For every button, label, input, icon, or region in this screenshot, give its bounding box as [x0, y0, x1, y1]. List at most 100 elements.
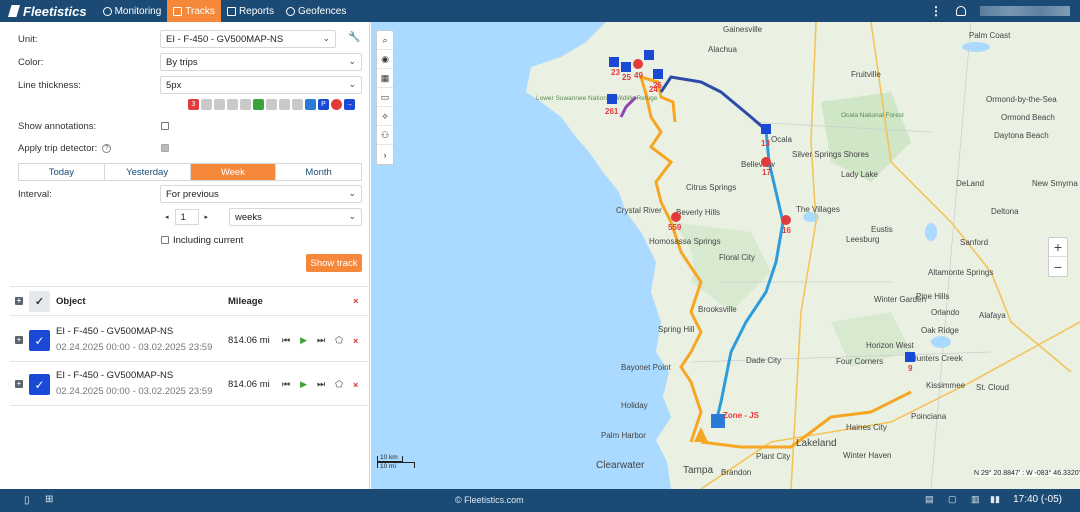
map-city: Winter Garden: [874, 295, 926, 304]
map-city: Floral City: [719, 253, 755, 262]
app-logo[interactable]: Fleetistics: [0, 4, 97, 19]
skip-forward-icon[interactable]: ⏭: [317, 335, 325, 346]
tab-month[interactable]: Month: [276, 164, 361, 180]
stop-marker-icon[interactable]: [331, 99, 342, 110]
nodes-icon[interactable]: ⚇: [377, 126, 393, 145]
expand-row-icon[interactable]: +: [15, 380, 23, 388]
expand-row-icon[interactable]: +: [15, 336, 23, 344]
eye-icon[interactable]: ◉: [377, 50, 393, 69]
decrement-icon[interactable]: ◂: [165, 213, 169, 221]
map-city: Horizon West: [866, 341, 915, 350]
layout-icon[interactable]: ▥: [971, 494, 980, 505]
trip-detector-checkbox[interactable]: [161, 144, 169, 152]
map-area-label: Ocala National Forest: [841, 112, 904, 119]
interval-unit-select[interactable]: weeks ⌄: [229, 208, 362, 226]
map-layers-icon[interactable]: ▦: [377, 69, 393, 88]
annotations-checkbox[interactable]: [161, 122, 169, 130]
thickness-select[interactable]: 5px ⌄: [160, 76, 362, 94]
dual-view-icon[interactable]: ▮▮: [990, 494, 1000, 505]
top-right-tools: ⋮: [930, 5, 1080, 17]
interval-select[interactable]: For previous ⌄: [160, 185, 362, 203]
ruler-icon[interactable]: ▭: [377, 88, 393, 107]
image-marker-icon[interactable]: [292, 99, 303, 110]
row-checkbox[interactable]: ✓: [29, 330, 50, 351]
apps-grid-icon[interactable]: ⊞: [45, 494, 53, 505]
zoom-out-button[interactable]: −: [1049, 257, 1067, 276]
chevron-down-icon: ⌄: [348, 188, 356, 198]
row-checkbox[interactable]: ✓: [29, 374, 50, 395]
play-icon[interactable]: ▶: [300, 335, 307, 346]
delete-row-icon[interactable]: ×: [353, 336, 358, 346]
messages-icon[interactable]: ▢: [948, 494, 957, 505]
interval-count-input[interactable]: 1: [174, 209, 199, 225]
map-canvas[interactable]: Palm Coast Ormond-by-the-Sea Ormond Beac…: [371, 22, 1080, 489]
play-icon[interactable]: ▶: [300, 379, 307, 390]
map-city: Sanford: [960, 238, 988, 247]
map-city: Tampa: [683, 465, 713, 476]
map-marker: 559: [668, 223, 682, 232]
tab-yesterday[interactable]: Yesterday: [105, 164, 191, 180]
map-city: New Smyrna B: [1032, 179, 1080, 188]
cursor-coordinates: N 29° 20.8847' : W -083° 46.3320': [974, 470, 1080, 477]
period-tabs: Today Yesterday Week Month: [18, 163, 362, 181]
map-city: Crystal River: [616, 206, 662, 215]
trip-marker-icon[interactable]: [214, 99, 225, 110]
nav-tracks[interactable]: Tracks: [167, 0, 221, 22]
skip-forward-icon[interactable]: ⏭: [317, 379, 325, 390]
color-select[interactable]: By trips ⌄: [160, 53, 362, 71]
zoom-in-button[interactable]: +: [1049, 238, 1067, 257]
speed-marker-icon[interactable]: [240, 99, 251, 110]
including-current-checkbox[interactable]: [161, 236, 169, 244]
map-city: Homosassa Springs: [649, 237, 721, 246]
delete-all-icon[interactable]: ×: [353, 296, 359, 307]
chevron-right-icon[interactable]: ›: [377, 145, 393, 164]
sensor-marker-icon[interactable]: [279, 99, 290, 110]
nav-reports[interactable]: Reports: [221, 0, 280, 22]
map-city: Clearwater: [596, 460, 645, 471]
increment-icon[interactable]: ▸: [205, 213, 209, 221]
table-row: + ✓ EI - F-450 - GV500MAP-NS 02.24.2025 …: [10, 318, 370, 362]
arrow-marker-icon[interactable]: →: [344, 99, 355, 110]
skip-back-icon[interactable]: ⏮: [282, 379, 290, 390]
help-icon[interactable]: ?: [102, 143, 112, 153]
map-city: Kissimmee: [926, 381, 966, 390]
event-marker-icon[interactable]: [266, 99, 277, 110]
search-icon[interactable]: ⌕: [377, 31, 393, 50]
map-scale: 10 km 10 mi: [377, 454, 415, 470]
delete-row-icon[interactable]: ×: [353, 380, 358, 390]
fuel-marker-icon[interactable]: [253, 99, 264, 110]
map-city: Winter Haven: [843, 451, 891, 460]
wrench-icon[interactable]: 🔧: [348, 32, 360, 43]
geofence-create-icon[interactable]: ⬠: [335, 379, 343, 390]
notifications-icon[interactable]: ▤: [925, 494, 934, 505]
route-icon[interactable]: ⟡: [377, 107, 393, 126]
more-menu-icon[interactable]: ⋮: [930, 5, 942, 17]
map-city: Lady Lake: [841, 170, 878, 179]
zoom-controls: + −: [1048, 237, 1068, 277]
stops-counter-icon[interactable]: 3: [188, 99, 199, 110]
tab-today[interactable]: Today: [19, 164, 105, 180]
map-city: Palm Coast: [969, 31, 1011, 40]
chevron-down-icon: ⌄: [348, 79, 356, 89]
unit-select[interactable]: EI - F-450 - GV500MAP-NS ⌄: [160, 30, 336, 48]
photo-marker-icon[interactable]: [227, 99, 238, 110]
map-marker: 261: [605, 107, 619, 116]
map-city: Alafaya: [979, 311, 1006, 320]
skip-back-icon[interactable]: ⏮: [282, 335, 290, 346]
interval-stepper: ◂ 1 ▸: [165, 209, 208, 225]
flag-marker-icon[interactable]: [201, 99, 212, 110]
nav-geofences[interactable]: Geofences: [280, 0, 352, 22]
nav-monitoring[interactable]: Monitoring: [97, 0, 168, 22]
copyright: © Fleetistics.com: [455, 495, 524, 505]
expand-all-icon[interactable]: +: [15, 297, 23, 305]
playback-controls: ⏮ ▶ ⏭ ⬠ ×: [282, 335, 358, 346]
account-name-redacted[interactable]: [980, 6, 1070, 16]
select-all-checkbox[interactable]: ✓: [29, 290, 50, 312]
tab-week[interactable]: Week: [190, 164, 277, 180]
parking-marker-icon[interactable]: P: [318, 99, 329, 110]
geofence-create-icon[interactable]: ⬠: [335, 335, 343, 346]
show-track-button[interactable]: Show track: [306, 254, 362, 272]
video-marker-icon[interactable]: [305, 99, 316, 110]
panel-toggle-icon[interactable]: ▯: [24, 495, 30, 506]
user-icon[interactable]: [956, 6, 966, 16]
